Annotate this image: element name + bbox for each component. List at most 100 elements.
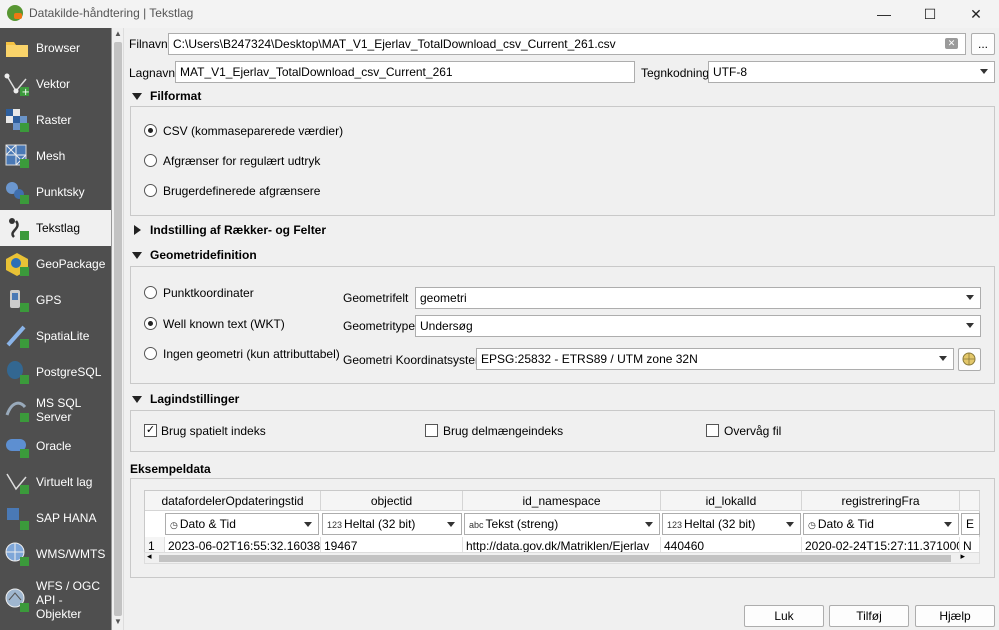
crs-label: Geometri Koordinatsystem [343,353,486,367]
minimize-button[interactable]: — [861,0,907,28]
close-window-button[interactable]: ✕ [953,0,999,28]
chevron-down-icon [966,323,974,328]
add-button[interactable]: Tilføj [829,605,909,627]
column-header[interactable]: datafordelerOpdateringstid [145,491,321,511]
sample-data-title: Eksempeldata [130,462,211,476]
raster-icon [6,109,29,132]
radio-regex[interactable] [144,154,157,167]
maximize-button[interactable]: ☐ [907,0,953,28]
layer-settings-title[interactable]: Lagindstillinger [150,392,239,406]
layer-name-input[interactable]: MAT_V1_Ejerlav_TotalDownload_csv_Current… [175,61,635,83]
spatial-index-checkbox[interactable]: ✓ [144,424,157,437]
geometry-type-select[interactable]: Undersøg [415,315,981,337]
sidebar-item-postgresql[interactable]: PostgreSQL [0,354,111,390]
radio-csv-label[interactable]: CSV (kommaseparerede værdier) [163,124,343,138]
sidebar-item-gps[interactable]: GPS [0,282,111,318]
vector-icon: + [4,73,30,97]
browse-button[interactable]: ... [971,33,995,55]
sidebar-item-tekstlag[interactable]: Tekstlag [0,210,111,246]
column-header[interactable]: id_lokalId [661,491,802,511]
expand-records-icon[interactable] [134,225,141,235]
radio-wkt[interactable] [144,317,157,330]
column-type-select[interactable]: ◷ Dato & Tid [803,513,959,535]
encoding-select[interactable]: UTF-8 [708,61,995,83]
sidebar-item-geopackage[interactable]: GeoPackage [0,246,111,282]
radio-custom-label[interactable]: Brugerdefinerede afgrænsere [163,184,320,198]
sidebar-item-virtuelt-lag[interactable]: Virtuelt lag [0,464,111,500]
close-button[interactable]: Luk [744,605,824,627]
radio-csv[interactable] [144,124,157,137]
column-type-select[interactable]: ◷ Dato & Tid [165,513,319,535]
sidebar-item-spatialite[interactable]: SpatiaLite [0,318,111,354]
column-type-select[interactable]: abc Tekst (streng) [464,513,660,535]
subset-index-checkbox[interactable] [425,424,438,437]
chevron-down-icon [645,522,653,527]
spatial-index-label[interactable]: Brug spatielt indeks [161,424,266,438]
table-horizontal-scrollbar[interactable]: ◂ ▸ [144,551,980,564]
crs-selector-button[interactable] [958,348,981,371]
integer-type-icon: 123 [327,520,343,530]
help-button[interactable]: Hjælp [915,605,995,627]
scroll-up-icon[interactable]: ▲ [112,28,124,40]
column-type-select[interactable]: 123 Heltal (32 bit) [322,513,462,535]
delimited-text-icon [9,218,29,240]
wfs-icon [5,588,29,612]
column-type-select[interactable]: 123 Heltal (32 bit) [662,513,801,535]
column-header[interactable]: id_namespace [463,491,661,511]
sidebar-item-punktsky[interactable]: Punktsky [0,174,111,210]
collapse-filformat-icon[interactable] [132,93,142,100]
filename-input[interactable]: C:\Users\B247324\Desktop\MAT_V1_Ejerlav_… [168,33,966,55]
records-fields-title[interactable]: Indstilling af Rækker- og Felter [150,223,326,237]
filformat-title[interactable]: Filformat [150,89,201,103]
horizontal-scroll-thumb[interactable] [159,555,951,562]
column-header[interactable]: objectid [321,491,463,511]
subset-index-label[interactable]: Brug delmængeindeks [443,424,563,438]
scroll-right-icon[interactable]: ▸ [960,551,965,562]
collapse-geometry-icon[interactable] [132,252,142,259]
chevron-down-icon [939,356,947,361]
folder-icon [6,42,28,57]
sidebar-item-mesh[interactable]: Mesh [0,138,111,174]
sidebar-item-vektor[interactable]: + Vektor [0,66,111,102]
sidebar-item-wfs[interactable]: WFS / OGC API - Objekter [0,572,111,628]
watch-file-checkbox[interactable] [706,424,719,437]
radio-wkt-label[interactable]: Well known text (WKT) [163,317,285,331]
sidebar-scroll-thumb[interactable] [114,42,122,616]
virtual-layer-icon [6,473,29,494]
window-title: Datakilde-håndtering | Tekstlag [29,6,194,20]
radio-point-coordinates[interactable] [144,286,157,299]
sidebar-item-oracle[interactable]: Oracle [0,428,111,464]
chevron-down-icon [966,295,974,300]
column-header[interactable]: registreringFra [802,491,960,511]
scroll-down-icon[interactable]: ▼ [112,616,124,628]
geometry-field-select[interactable]: geometri [415,287,981,309]
chevron-down-icon [447,522,455,527]
sidebar-item-browser[interactable]: Browser [0,30,111,66]
column-type-select-overflow[interactable]: E [961,513,980,535]
radio-regex-label[interactable]: Afgrænser for regulært udtryk [163,154,320,168]
integer-type-icon: 123 [667,520,683,530]
sidebar-item-raster[interactable]: Raster [0,102,111,138]
radio-point-label[interactable]: Punktkoordinater [163,286,254,300]
collapse-layer-settings-icon[interactable] [132,396,142,403]
sidebar-item-wms[interactable]: WMS/WMTS [0,536,111,572]
svg-text:+: + [22,87,30,97]
radio-no-geometry-label[interactable]: Ingen geometri (kun attributtabel) [163,347,340,361]
geometry-field-label: Geometrifelt [343,291,409,305]
globe-icon [962,352,976,366]
crs-select[interactable]: EPSG:25832 - ETRS89 / UTM zone 32N [476,348,954,370]
watch-file-label[interactable]: Overvåg fil [724,424,781,438]
scroll-left-icon[interactable]: ◂ [147,551,152,562]
mesh-icon [5,144,29,168]
wms-icon [5,542,29,566]
mssql-icon [5,401,29,422]
sidebar-item-mssql[interactable]: MS SQL Server [0,390,111,430]
radio-custom[interactable] [144,184,157,197]
geometry-title[interactable]: Geometridefinition [150,248,257,262]
column-header-overflow[interactable] [960,491,980,511]
qgis-logo-icon [7,5,23,21]
sidebar-item-sap-hana[interactable]: SAP HANA [0,500,111,536]
radio-no-geometry[interactable] [144,347,157,360]
geometry-type-label: Geometritype [343,319,416,333]
clear-icon[interactable]: ✕ [945,38,958,49]
